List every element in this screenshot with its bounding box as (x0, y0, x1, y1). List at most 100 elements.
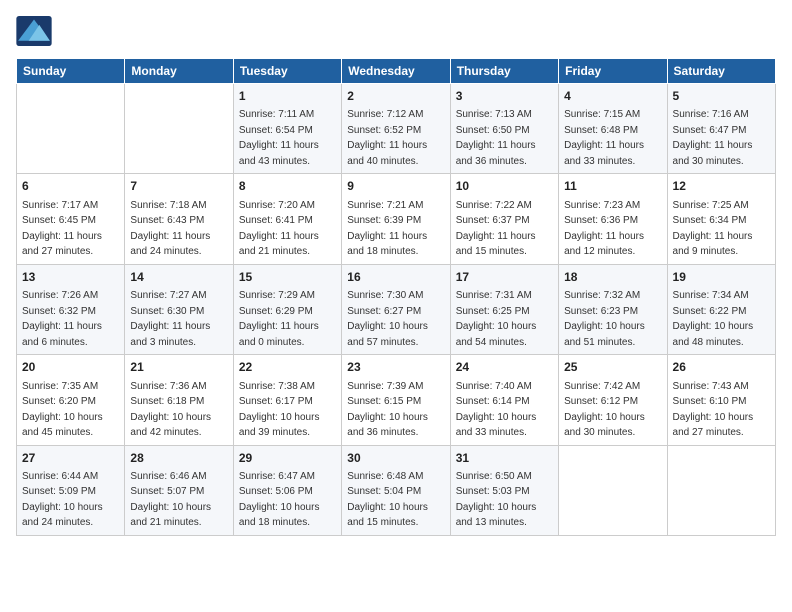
day-number: 31 (456, 450, 553, 467)
day-number: 29 (239, 450, 336, 467)
sunset-text: Sunset: 6:25 PM (456, 306, 530, 317)
daylight-text: Daylight: 11 hours and 30 minutes. (673, 140, 753, 167)
sunset-text: Sunset: 5:04 PM (347, 486, 421, 497)
calendar-cell: 8 Sunrise: 7:20 AM Sunset: 6:41 PM Dayli… (233, 174, 341, 264)
calendar-week-row: 1 Sunrise: 7:11 AM Sunset: 6:54 PM Dayli… (17, 84, 776, 174)
sunset-text: Sunset: 5:09 PM (22, 486, 96, 497)
sunset-text: Sunset: 6:54 PM (239, 125, 313, 136)
sunset-text: Sunset: 6:36 PM (564, 215, 638, 226)
sunset-text: Sunset: 6:47 PM (673, 125, 747, 136)
daylight-text: Daylight: 10 hours and 45 minutes. (22, 412, 103, 439)
weekday-header: Monday (125, 59, 233, 84)
sunrise-text: Sunrise: 7:34 AM (673, 290, 749, 301)
sunset-text: Sunset: 6:17 PM (239, 396, 313, 407)
daylight-text: Daylight: 10 hours and 48 minutes. (673, 321, 754, 348)
daylight-text: Daylight: 10 hours and 57 minutes. (347, 321, 428, 348)
daylight-text: Daylight: 10 hours and 15 minutes. (347, 502, 428, 529)
sunset-text: Sunset: 6:50 PM (456, 125, 530, 136)
calendar-cell (17, 84, 125, 174)
day-number: 3 (456, 88, 553, 105)
day-number: 13 (22, 269, 119, 286)
day-number: 25 (564, 359, 661, 376)
day-number: 12 (673, 178, 770, 195)
daylight-text: Daylight: 11 hours and 40 minutes. (347, 140, 427, 167)
sunset-text: Sunset: 6:18 PM (130, 396, 204, 407)
sunset-text: Sunset: 6:39 PM (347, 215, 421, 226)
logo (16, 16, 56, 46)
sunset-text: Sunset: 5:07 PM (130, 486, 204, 497)
calendar-cell: 21 Sunrise: 7:36 AM Sunset: 6:18 PM Dayl… (125, 355, 233, 445)
header-row: SundayMondayTuesdayWednesdayThursdayFrid… (17, 59, 776, 84)
daylight-text: Daylight: 10 hours and 30 minutes. (564, 412, 645, 439)
day-number: 2 (347, 88, 444, 105)
calendar-cell (125, 84, 233, 174)
day-number: 9 (347, 178, 444, 195)
logo-icon (16, 16, 52, 46)
sunrise-text: Sunrise: 7:12 AM (347, 109, 423, 120)
calendar-cell: 22 Sunrise: 7:38 AM Sunset: 6:17 PM Dayl… (233, 355, 341, 445)
daylight-text: Daylight: 10 hours and 27 minutes. (673, 412, 754, 439)
daylight-text: Daylight: 11 hours and 33 minutes. (564, 140, 644, 167)
daylight-text: Daylight: 11 hours and 6 minutes. (22, 321, 102, 348)
sunrise-text: Sunrise: 7:17 AM (22, 200, 98, 211)
sunrise-text: Sunrise: 6:50 AM (456, 471, 532, 482)
daylight-text: Daylight: 11 hours and 43 minutes. (239, 140, 319, 167)
daylight-text: Daylight: 10 hours and 13 minutes. (456, 502, 537, 529)
calendar-cell: 6 Sunrise: 7:17 AM Sunset: 6:45 PM Dayli… (17, 174, 125, 264)
sunset-text: Sunset: 6:14 PM (456, 396, 530, 407)
calendar-cell (559, 445, 667, 535)
daylight-text: Daylight: 11 hours and 9 minutes. (673, 231, 753, 258)
day-number: 10 (456, 178, 553, 195)
daylight-text: Daylight: 11 hours and 0 minutes. (239, 321, 319, 348)
daylight-text: Daylight: 11 hours and 12 minutes. (564, 231, 644, 258)
calendar-cell: 4 Sunrise: 7:15 AM Sunset: 6:48 PM Dayli… (559, 84, 667, 174)
sunrise-text: Sunrise: 7:31 AM (456, 290, 532, 301)
day-number: 15 (239, 269, 336, 286)
page-header (16, 16, 776, 46)
calendar-cell: 3 Sunrise: 7:13 AM Sunset: 6:50 PM Dayli… (450, 84, 558, 174)
sunrise-text: Sunrise: 7:43 AM (673, 381, 749, 392)
weekday-header: Saturday (667, 59, 775, 84)
calendar-cell: 19 Sunrise: 7:34 AM Sunset: 6:22 PM Dayl… (667, 264, 775, 354)
daylight-text: Daylight: 11 hours and 24 minutes. (130, 231, 210, 258)
calendar-week-row: 6 Sunrise: 7:17 AM Sunset: 6:45 PM Dayli… (17, 174, 776, 264)
sunset-text: Sunset: 6:43 PM (130, 215, 204, 226)
sunset-text: Sunset: 6:45 PM (22, 215, 96, 226)
daylight-text: Daylight: 11 hours and 18 minutes. (347, 231, 427, 258)
daylight-text: Daylight: 10 hours and 51 minutes. (564, 321, 645, 348)
sunrise-text: Sunrise: 7:13 AM (456, 109, 532, 120)
day-number: 28 (130, 450, 227, 467)
day-number: 11 (564, 178, 661, 195)
sunset-text: Sunset: 6:37 PM (456, 215, 530, 226)
day-number: 4 (564, 88, 661, 105)
sunset-text: Sunset: 6:30 PM (130, 306, 204, 317)
daylight-text: Daylight: 10 hours and 42 minutes. (130, 412, 211, 439)
daylight-text: Daylight: 10 hours and 21 minutes. (130, 502, 211, 529)
sunrise-text: Sunrise: 7:29 AM (239, 290, 315, 301)
calendar-cell: 25 Sunrise: 7:42 AM Sunset: 6:12 PM Dayl… (559, 355, 667, 445)
sunrise-text: Sunrise: 6:48 AM (347, 471, 423, 482)
day-number: 5 (673, 88, 770, 105)
sunset-text: Sunset: 5:06 PM (239, 486, 313, 497)
sunrise-text: Sunrise: 7:42 AM (564, 381, 640, 392)
sunrise-text: Sunrise: 6:46 AM (130, 471, 206, 482)
calendar-cell: 18 Sunrise: 7:32 AM Sunset: 6:23 PM Dayl… (559, 264, 667, 354)
calendar-cell: 28 Sunrise: 6:46 AM Sunset: 5:07 PM Dayl… (125, 445, 233, 535)
sunrise-text: Sunrise: 7:21 AM (347, 200, 423, 211)
sunset-text: Sunset: 6:41 PM (239, 215, 313, 226)
calendar-cell: 9 Sunrise: 7:21 AM Sunset: 6:39 PM Dayli… (342, 174, 450, 264)
daylight-text: Daylight: 10 hours and 18 minutes. (239, 502, 320, 529)
daylight-text: Daylight: 10 hours and 36 minutes. (347, 412, 428, 439)
sunrise-text: Sunrise: 7:22 AM (456, 200, 532, 211)
day-number: 20 (22, 359, 119, 376)
day-number: 14 (130, 269, 227, 286)
day-number: 27 (22, 450, 119, 467)
calendar-cell: 16 Sunrise: 7:30 AM Sunset: 6:27 PM Dayl… (342, 264, 450, 354)
sunrise-text: Sunrise: 7:30 AM (347, 290, 423, 301)
calendar-cell: 13 Sunrise: 7:26 AM Sunset: 6:32 PM Dayl… (17, 264, 125, 354)
calendar-cell: 2 Sunrise: 7:12 AM Sunset: 6:52 PM Dayli… (342, 84, 450, 174)
calendar-week-row: 20 Sunrise: 7:35 AM Sunset: 6:20 PM Dayl… (17, 355, 776, 445)
calendar-cell: 5 Sunrise: 7:16 AM Sunset: 6:47 PM Dayli… (667, 84, 775, 174)
day-number: 6 (22, 178, 119, 195)
sunset-text: Sunset: 6:32 PM (22, 306, 96, 317)
